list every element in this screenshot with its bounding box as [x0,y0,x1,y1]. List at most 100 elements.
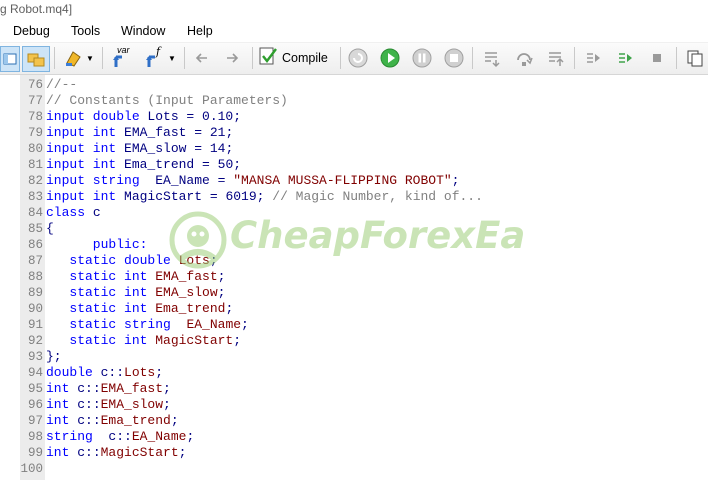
menu-debug[interactable]: Debug [13,24,50,38]
code-token: ; [178,445,187,460]
navigator-icon [3,52,17,66]
pause-debug-button[interactable] [410,46,434,70]
insert-variable-button[interactable]: var [110,45,134,70]
code-token: ; [451,173,460,188]
code-token: class [46,205,93,220]
styler-icon [64,49,84,67]
code-line[interactable]: 76//-- [20,77,708,93]
start-debug-button[interactable] [378,46,402,70]
code-line[interactable]: 77// Constants (Input Parameters) [20,93,708,109]
code-line[interactable]: 96 int c::EMA_slow; [20,397,708,413]
toolbox-toggle-button[interactable] [22,46,50,72]
code-token: EMA_fast [100,381,164,396]
code-text: }; [46,349,62,365]
code-token: Lots [124,365,156,380]
code-token: input double [46,109,148,124]
code-text: input int Ema_trend = 50; [46,157,241,173]
chevron-down-icon: ▼ [86,53,94,63]
code-token: input string [46,173,156,188]
line-number: 91 [27,318,43,332]
arrow-right-icon [224,50,240,66]
code-token: ; [163,397,171,412]
toolbar-separator [184,47,185,69]
title-bar: g Robot.mq4] [0,0,708,20]
menu-tools[interactable]: Tools [71,24,100,38]
line-number: 99 [27,446,43,460]
code-token: // Constants (Input Parameters) [46,93,288,108]
code-token: EMA_slow [100,397,164,412]
code-line[interactable]: 91 static string EA_Name; [20,317,708,333]
stop-debug-button[interactable] [442,46,466,70]
code-token: Ema_trend [100,413,171,428]
code-token: static double [46,253,179,268]
line-number: 76 [27,78,43,92]
code-line[interactable]: 99 int c::MagicStart; [20,445,708,461]
code-line[interactable]: 80 input int EMA_slow = 14; [20,141,708,157]
code-text: double c::Lots; [46,365,163,381]
toolbar-separator [340,47,341,69]
code-token: Lots = [147,109,203,124]
styler-button[interactable]: ▼ [60,46,98,70]
code-line[interactable]: 89 static int EMA_slow; [20,285,708,301]
start-debug-real-button[interactable] [346,46,370,70]
pause-icon [412,48,432,68]
code-line[interactable]: 79 input int EMA_fast = 21; [20,125,708,141]
code-line[interactable]: 94 double c::Lots; [20,365,708,381]
code-line[interactable]: 83 input int MagicStart = 6019; // Magic … [20,189,708,205]
code-line[interactable]: 88 static int EMA_fast; [20,269,708,285]
code-text: int c::EMA_fast; [46,381,171,397]
line-number: 96 [27,398,43,412]
line-number: 94 [27,366,43,380]
line-number: 79 [27,126,43,140]
code-line[interactable]: 95 int c::EMA_fast; [20,381,708,397]
code-token: ; [233,157,242,172]
back-button[interactable] [192,46,212,70]
code-text: // Constants (Input Parameters) [46,93,288,109]
line-number: 95 [27,382,43,396]
code-line[interactable]: 100 [20,461,708,477]
navigator-toggle-button[interactable] [0,46,20,72]
step-out-button[interactable] [544,46,568,70]
code-token: 6019 [225,189,257,204]
step-over-button[interactable] [512,46,536,70]
code-line[interactable]: 90 static int Ema_trend; [20,301,708,317]
code-line[interactable]: 98 string c::EA_Name; [20,429,708,445]
menu-bar: Debug Tools Window Help [0,20,708,43]
code-line[interactable]: 82 input string EA_Name = "MANSA MUSSA-FL… [20,173,708,189]
stop-square-icon [648,49,666,67]
function-icon: f [144,45,166,69]
code-text: input double Lots = 0.10; [46,109,241,125]
compile-button[interactable]: Compile [258,46,334,70]
arrow-left-icon [194,50,210,66]
step-into-button[interactable] [480,46,504,70]
debug-run-to-cursor-button[interactable] [614,46,636,70]
code-token: input int [46,189,125,204]
code-token: EA_Name [131,429,187,444]
menu-window[interactable]: Window [121,24,165,38]
debug-single-step-button[interactable] [582,46,604,70]
forward-button[interactable] [222,46,242,70]
menu-help[interactable]: Help [187,24,213,38]
debug-stop-button[interactable] [646,46,668,70]
code-token: ; [225,141,234,156]
code-line[interactable]: 97 int c::Ema_trend; [20,413,708,429]
code-line[interactable]: 93}; [20,349,708,365]
code-token: ; [233,333,242,348]
code-token: Ema_trend = [124,157,218,172]
code-line[interactable]: 92 static int MagicStart; [20,333,708,349]
code-token: input int [46,157,125,172]
insert-function-button[interactable]: f ▼ [142,45,178,70]
toolbar-separator [252,47,253,69]
code-text: string c::EA_Name; [46,429,194,445]
copy-button[interactable] [684,46,706,70]
line-number: 86 [27,238,43,252]
code-token: ; [217,285,226,300]
line-number: 85 [27,222,43,236]
folder-windows-icon [27,51,45,67]
code-token: EA_Name [186,317,242,332]
code-token: "MANSA MUSSA-FLIPPING ROBOT" [233,173,452,188]
code-editor[interactable]: 76//-- 77// Constants (Input Parameters) 7… [0,75,708,480]
code-line[interactable]: 78 input double Lots = 0.10; [20,109,708,125]
code-line[interactable]: 81 input int Ema_trend = 50; [20,157,708,173]
watermark: CheapForexEa [168,210,548,270]
